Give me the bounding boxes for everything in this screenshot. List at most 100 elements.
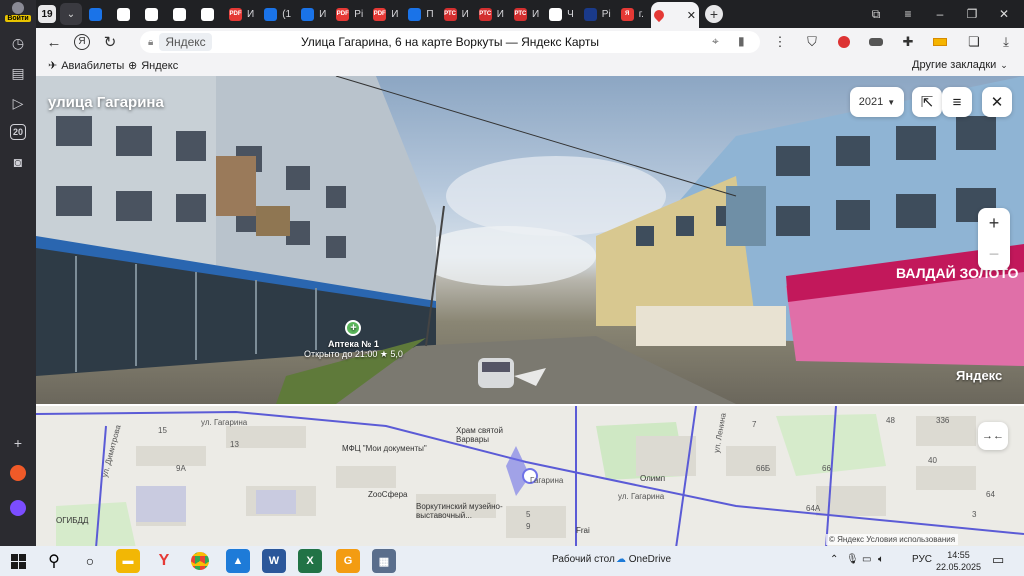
tab-item[interactable] [170,3,194,25]
notifications-icon[interactable]: ▭ [992,552,1004,568]
tab-item[interactable] [114,3,138,25]
battery-icon[interactable] [930,32,950,52]
map-building-number: 5 [526,510,531,519]
close-window-button[interactable]: ✕ [988,0,1020,28]
map-label-zoosfera[interactable]: ZooСфера [368,490,408,499]
map-label-ogibdd[interactable]: ОГИБДД [56,516,88,525]
reload-button[interactable]: ↻ [96,28,124,56]
location-icon[interactable]: ⌖ [712,34,719,49]
file-explorer-icon[interactable]: ▬ [116,549,140,573]
word-icon[interactable]: W [262,549,286,573]
task-view-icon[interactable]: ○ [78,549,102,573]
puzzle-icon[interactable]: ✚ [898,32,918,52]
camera-icon[interactable]: ◙ [8,152,28,172]
language-indicator[interactable]: РУС [912,554,932,565]
tab-label: Рі [354,8,364,20]
zoom-in-button[interactable]: + [978,208,1010,239]
mini-map[interactable]: ул. Гагарина Гагарина ул. Гагарина ул. Д… [36,404,1024,546]
airplane-icon: ✈ [48,60,58,72]
map-label-frai[interactable]: Frai [576,526,590,535]
tab-item[interactable] [198,3,222,25]
extension-red-icon[interactable] [834,32,854,52]
zoom-out-button[interactable]: − [978,239,1010,270]
tab-item[interactable]: PDF И [226,3,257,25]
street-panorama[interactable]: ВАЛДАЙ ЗОЛОТО улица Гагарина 2021 ▼ ⇱ ≡ ✕… [36,76,1024,404]
map-label-church[interactable]: Храм святой Варвары [456,426,536,444]
bookmark-label: Авиабилеты [61,59,125,72]
more-icon[interactable]: ⋮ [770,32,790,52]
bookmark-icon[interactable]: ▮ [738,34,745,48]
tab-item[interactable] [142,3,166,25]
menu-button[interactable]: ≡ [942,87,972,117]
close-icon[interactable]: ✕ [687,9,696,22]
close-panorama-button[interactable]: ✕ [982,87,1012,117]
address-bar[interactable]: 🔒︎ Яндекс Улица Гагарина, 6 на карте Вор… [140,31,760,53]
yandex-browser-icon[interactable]: Y [152,549,176,573]
play-icon[interactable]: ▷ [8,93,28,113]
tab-active[interactable]: ✕ [650,2,699,28]
collapse-map-button[interactable]: →← [978,422,1008,450]
excel-icon[interactable]: X [298,549,322,573]
menu-icon[interactable]: ≡ [892,0,924,28]
minimize-button[interactable]: – [924,0,956,28]
yandex-home-button[interactable]: Я [68,28,96,56]
chrome-icon[interactable] [188,549,212,573]
restore-button[interactable]: ❐ [956,0,988,28]
tab-label: Рі [601,8,611,20]
back-button[interactable]: ← [40,28,68,56]
tab-item[interactable]: П [405,3,436,25]
map-label-olimp[interactable]: Олимп [640,474,665,483]
chevron-up-icon[interactable]: ⌃ [830,554,838,565]
login-button[interactable]: Войти [3,2,33,26]
tab-item[interactable]: (1 [261,3,294,25]
photos-icon[interactable]: ▲ [226,549,250,573]
tab-item[interactable]: И [298,3,329,25]
tab-count[interactable]: 19 [38,5,56,23]
tab-item[interactable]: Рі [581,3,614,25]
app-orange-icon[interactable] [8,463,28,483]
calculator-icon[interactable]: ▦ [372,549,396,573]
tab-search-icon[interactable]: ⧉ [860,0,892,28]
tab-item[interactable]: РТС И [476,3,507,25]
bookmark-yandex[interactable]: ⊕ Яндекс [128,59,178,73]
add-icon[interactable]: + [8,433,28,453]
alice-icon[interactable] [8,498,28,518]
microphone-icon[interactable]: 🎙︎ [846,554,859,565]
map-label-mfc[interactable]: МФЦ "Мои документы" [342,444,427,453]
tab-item[interactable]: РТС И [441,3,472,25]
history-icon[interactable]: ◷ [8,33,28,53]
open-external-button[interactable]: ⇱ [912,87,942,117]
map-label: ул. Гагарина [201,418,248,427]
tab-item[interactable]: PDF И [370,3,401,25]
network-icon[interactable]: ▭ [862,554,871,565]
clock[interactable]: 14:55 22.05.2025 [936,549,981,573]
shield-icon[interactable]: ⛉ [802,32,822,52]
extension-gray-icon[interactable] [866,32,886,52]
gallery-icon[interactable]: ❏ [964,32,984,52]
counter-badge[interactable]: 20 [10,124,26,140]
tab-item[interactable]: Яг. [618,3,647,25]
tab-item[interactable] [86,3,110,25]
other-bookmarks[interactable]: Другие закладки ⌄ [912,59,1008,71]
map-building-number: 9 [526,522,531,531]
favicon-icon [264,7,278,21]
poi-pharmacy[interactable]: + Аптека № 1 Открыто до 21:00 ★ 5,0 [304,320,403,360]
year-select[interactable]: 2021 ▼ [850,87,904,117]
tab-item[interactable]: PDF Рі [333,3,366,25]
onedrive-label[interactable]: ☁ OneDrive [616,554,671,565]
collections-icon[interactable]: ▤ [8,63,28,83]
chevron-down-icon[interactable]: ⌄ [60,3,82,25]
downloads-icon[interactable]: ⤓ [996,32,1016,52]
map-copyright[interactable]: © Яндекс Условия использования [826,534,959,545]
search-icon[interactable]: ⚲ [42,549,66,573]
favicon-icon [117,7,130,21]
volume-icon[interactable]: 🔈︎ [878,554,884,565]
tab-item[interactable]: РТС И [511,3,542,25]
tab-item[interactable]: Ч [546,3,577,25]
map-label-museum[interactable]: Воркутинский музейно-выставочный... [416,502,506,520]
new-tab-button[interactable]: + [704,5,723,23]
windows-start-icon[interactable] [6,549,30,573]
app-orange-icon[interactable]: G [336,549,360,573]
bookmark-aviabilety[interactable]: ✈ Авиабилеты [48,59,125,73]
desktop-label[interactable]: Рабочий стол [552,554,615,565]
